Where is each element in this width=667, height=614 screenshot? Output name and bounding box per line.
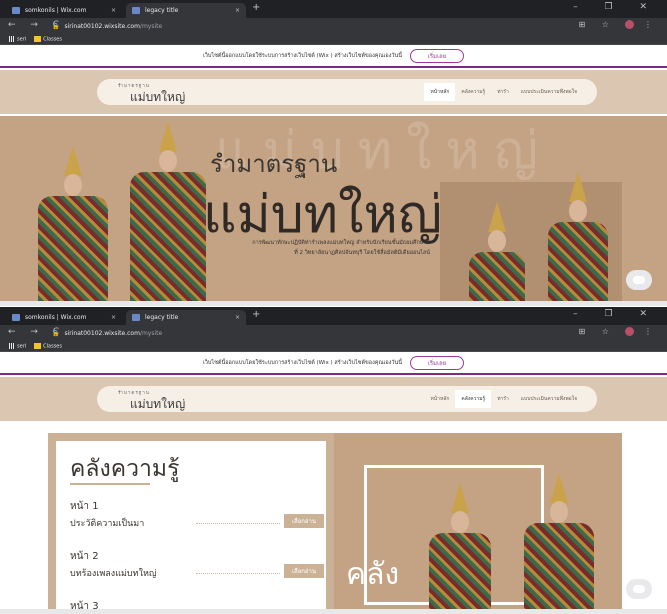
site-favicon-icon bbox=[132, 314, 140, 321]
site-nav: หน้าหลัก คลังความรู้ ท่ารำ แบบประเมินควา… bbox=[424, 390, 583, 408]
address-bar[interactable]: 🔒 sirinat00102.wixsite.com /mysite bbox=[52, 327, 592, 339]
read-button[interactable]: เลือกอ่าน bbox=[284, 514, 324, 528]
chat-bubble-icon bbox=[633, 585, 645, 593]
nav-survey[interactable]: แบบประเมินความพึงพอใจ bbox=[515, 390, 583, 408]
bookmark-classes[interactable]: Classes bbox=[34, 35, 62, 42]
site-header: รำมาตรฐาน แม่บทใหญ่ หน้าหลัก คลังความรู้… bbox=[0, 377, 667, 421]
bookmark-apps[interactable]: serl bbox=[9, 342, 26, 349]
toolbar-right-icons[interactable]: ⊞ ☆ ⋮ bbox=[578, 20, 659, 29]
profile-avatar[interactable] bbox=[625, 327, 635, 336]
tab-close-icon[interactable]: × bbox=[235, 314, 240, 321]
browser-tab-bar: somkonils | Wix.com × legacy title × + –… bbox=[0, 307, 667, 325]
screenshot-knowledge: somkonils | Wix.com × legacy title × + –… bbox=[0, 307, 667, 614]
url-path: /mysite bbox=[139, 22, 163, 30]
entry-page-label: หน้า 1 bbox=[70, 501, 99, 512]
nav-home[interactable]: หน้าหลัก bbox=[424, 83, 456, 101]
screenshot-home: somkonils | Wix.com × legacy title × + –… bbox=[0, 0, 667, 306]
url-domain: sirinat00102.wixsite.com bbox=[64, 329, 140, 337]
horizontal-scrollbar[interactable] bbox=[0, 301, 667, 306]
chat-button[interactable] bbox=[626, 579, 652, 599]
image-overlay-word: คลัง bbox=[346, 557, 400, 592]
tab-close-icon[interactable]: × bbox=[235, 7, 240, 14]
site-logo[interactable]: แม่บทใหญ่ bbox=[130, 395, 185, 414]
site-header: รำมาตรฐาน แม่บทใหญ่ หน้าหลัก คลังความรู้… bbox=[0, 70, 667, 114]
hero-section: แม่บทใหญ่ รำมาตรฐาน แม่บทใหญ่ การพัฒนาทั… bbox=[0, 116, 667, 302]
header-pill: รำมาตรฐาน แม่บทใหญ่ หน้าหลัก คลังความรู้… bbox=[97, 386, 597, 412]
wix-start-button[interactable]: เริ่มเลย bbox=[410, 356, 465, 370]
wix-start-button[interactable]: เริ่มเลย bbox=[410, 49, 465, 63]
toolbar-right-icons[interactable]: ⊞ ☆ ⋮ bbox=[578, 327, 659, 336]
tab-title: somkonils | Wix.com bbox=[25, 7, 87, 14]
title-underline bbox=[70, 483, 150, 485]
site-favicon-icon bbox=[132, 7, 140, 14]
wix-banner-text: เว็บไซต์นี้ออกแบบโดยใช้ระบบการสร้างเว็บไ… bbox=[202, 53, 403, 59]
entry-topic: บทร้องเพลงแม่บทใหญ่ bbox=[70, 569, 157, 579]
bookmark-classes[interactable]: Classes bbox=[34, 342, 62, 349]
browser-tab-legacy[interactable]: legacy title × bbox=[126, 310, 246, 325]
wix-promo-banner: เว็บไซต์นี้ออกแบบโดยใช้ระบบการสร้างเว็บไ… bbox=[0, 46, 667, 68]
wix-promo-banner: เว็บไซต์นี้ออกแบบโดยใช้ระบบการสร้างเว็บไ… bbox=[0, 353, 667, 375]
address-toolbar: ← → C 🔒 sirinat00102.wixsite.com /mysite… bbox=[0, 325, 667, 341]
dancer-photo-1 bbox=[420, 483, 500, 611]
site-nav: หน้าหลัก คลังความรู้ ท่ารำ แบบประเมินควา… bbox=[424, 83, 583, 101]
lock-icon: 🔒 bbox=[52, 329, 60, 337]
wix-favicon-icon bbox=[12, 314, 20, 321]
knowledge-image-panel: คลัง bbox=[334, 433, 622, 611]
bookmarks-bar: serl Classes bbox=[0, 34, 667, 45]
url-path: /mysite bbox=[139, 329, 163, 337]
browser-tab-bar: somkonils | Wix.com × legacy title × + –… bbox=[0, 0, 667, 18]
new-tab-button[interactable]: + bbox=[252, 309, 260, 320]
nav-dance-poses[interactable]: ท่ารำ bbox=[491, 390, 515, 408]
knowledge-section: คลังความรู้ หน้า 1 ประวัติความเป็นมา เลื… bbox=[0, 423, 667, 614]
horizontal-scrollbar[interactable] bbox=[0, 609, 667, 614]
classroom-icon bbox=[34, 342, 42, 349]
nav-knowledge[interactable]: คลังความรู้ bbox=[455, 83, 491, 101]
bookmarks-bar: serl Classes bbox=[0, 341, 667, 352]
tab-close-icon[interactable]: × bbox=[111, 314, 116, 321]
chat-bubble-icon bbox=[633, 276, 645, 284]
new-tab-button[interactable]: + bbox=[252, 2, 260, 13]
window-controls[interactable]: – ❐ ✕ bbox=[573, 2, 659, 12]
header-pill: รำมาตรฐาน แม่บทใหญ่ หน้าหลัก คลังความรู้… bbox=[97, 79, 597, 105]
entry-dotted-leader bbox=[196, 523, 280, 524]
tab-close-icon[interactable]: × bbox=[111, 7, 116, 14]
knowledge-card: คลังความรู้ หน้า 1 ประวัติความเป็นมา เลื… bbox=[48, 433, 334, 614]
browser-tab-legacy[interactable]: legacy title × bbox=[126, 3, 246, 18]
site-logo[interactable]: แม่บทใหญ่ bbox=[130, 88, 185, 107]
dancer-photo-left-2 bbox=[120, 122, 216, 302]
knowledge-title: คลังความรู้ bbox=[70, 456, 180, 482]
url-domain: sirinat00102.wixsite.com bbox=[64, 22, 140, 30]
tab-title: somkonils | Wix.com bbox=[25, 314, 87, 321]
bookmark-apps[interactable]: serl bbox=[9, 35, 26, 42]
browser-tab-wix[interactable]: somkonils | Wix.com × bbox=[6, 3, 122, 18]
chat-button[interactable] bbox=[626, 270, 652, 290]
lock-icon: 🔒 bbox=[52, 22, 60, 30]
apps-grid-icon bbox=[9, 35, 15, 42]
dancer-photo-2 bbox=[514, 473, 604, 611]
address-bar[interactable]: 🔒 sirinat00102.wixsite.com /mysite bbox=[52, 20, 592, 32]
browser-tab-wix[interactable]: somkonils | Wix.com × bbox=[6, 310, 122, 325]
window-controls[interactable]: – ❐ ✕ bbox=[573, 309, 659, 319]
dancer-photo-right-2 bbox=[540, 172, 616, 302]
apps-grid-icon bbox=[9, 342, 15, 349]
wix-favicon-icon bbox=[12, 7, 20, 14]
knowledge-card-inner: คลังความรู้ หน้า 1 ประวัติความเป็นมา เลื… bbox=[56, 441, 326, 614]
address-toolbar: ← → C 🔒 sirinat00102.wixsite.com /mysite… bbox=[0, 18, 667, 34]
nav-dance-poses[interactable]: ท่ารำ bbox=[491, 83, 515, 101]
tab-title: legacy title bbox=[145, 314, 179, 321]
wix-banner-text: เว็บไซต์นี้ออกแบบโดยใช้ระบบการสร้างเว็บไ… bbox=[202, 360, 403, 366]
entry-topic: ประวัติความเป็นมา bbox=[70, 519, 145, 529]
entry-dotted-leader bbox=[196, 573, 280, 574]
tab-title: legacy title bbox=[145, 7, 179, 14]
dancer-photo-left-1 bbox=[28, 146, 118, 302]
profile-avatar[interactable] bbox=[625, 20, 635, 29]
hero-subtitle: การพัฒนาทักษะปฏิบัติท่ารำเพลงแม่บทใหญ่ ส… bbox=[252, 240, 430, 256]
nav-home[interactable]: หน้าหลัก bbox=[424, 390, 455, 408]
dancer-photo-right-1 bbox=[462, 202, 532, 302]
nav-survey[interactable]: แบบประเมินความพึงพอใจ bbox=[515, 83, 583, 101]
classroom-icon bbox=[34, 35, 42, 42]
read-button[interactable]: เลือกอ่าน bbox=[284, 564, 324, 578]
entry-page-label: หน้า 2 bbox=[70, 551, 99, 562]
nav-knowledge[interactable]: คลังความรู้ bbox=[455, 390, 492, 408]
